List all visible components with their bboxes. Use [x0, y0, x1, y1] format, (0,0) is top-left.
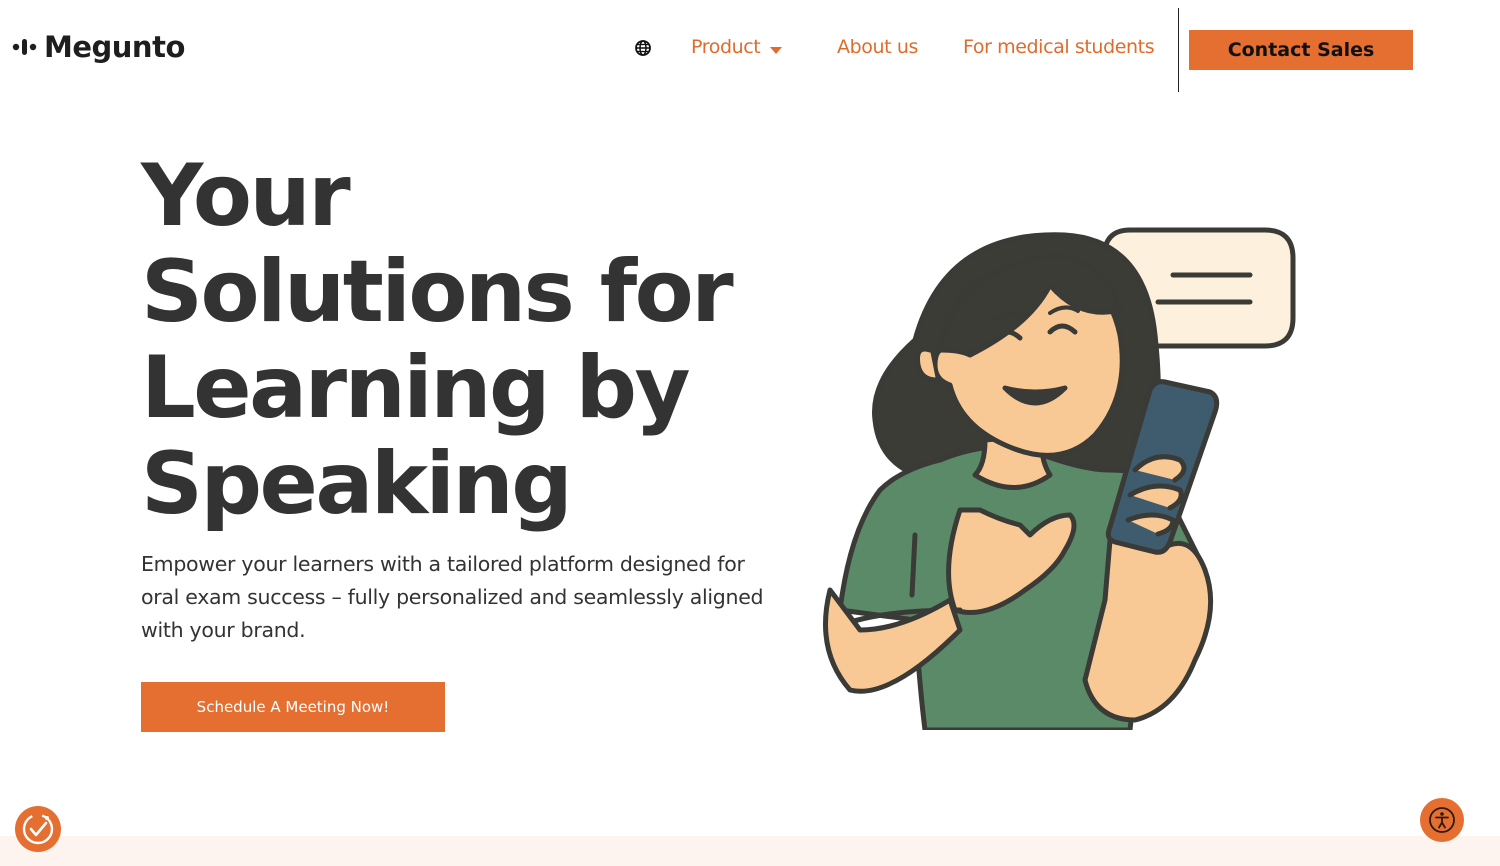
logo[interactable]: Megunto [12, 30, 185, 64]
hero-title-line: Solutions for [141, 242, 734, 342]
hero-title-line: Speaking [141, 434, 573, 534]
hero-title-line: Learning by [141, 338, 691, 438]
chevron-down-icon[interactable] [770, 47, 782, 54]
nav-divider [1178, 8, 1179, 92]
hero-title-line: Your [141, 146, 351, 246]
logo-text: Megunto [44, 30, 185, 64]
nav-for-medical-students[interactable]: For medical students [963, 36, 1155, 58]
hero-title: Your Solutions for Learning by Speaking [141, 148, 781, 532]
accessibility-button[interactable] [1420, 798, 1464, 842]
next-section-band [0, 836, 1500, 866]
accessibility-icon [1429, 807, 1455, 833]
contact-sales-button[interactable]: Contact Sales [1189, 30, 1413, 70]
cookie-consent-icon [22, 813, 54, 845]
schedule-meeting-button[interactable]: Schedule A Meeting Now! [141, 682, 445, 732]
woman-with-phone-illustration [823, 227, 1296, 730]
cookie-consent-button[interactable] [15, 806, 61, 852]
hero-subtitle: Empower your learners with a tailored pl… [141, 552, 764, 642]
logo-mark-icon [12, 39, 37, 55]
globe-icon[interactable] [633, 38, 653, 58]
site-header: Megunto Product About us For medical stu… [0, 0, 1500, 100]
nav-product[interactable]: Product [691, 36, 761, 58]
nav-about-us[interactable]: About us [837, 36, 918, 58]
